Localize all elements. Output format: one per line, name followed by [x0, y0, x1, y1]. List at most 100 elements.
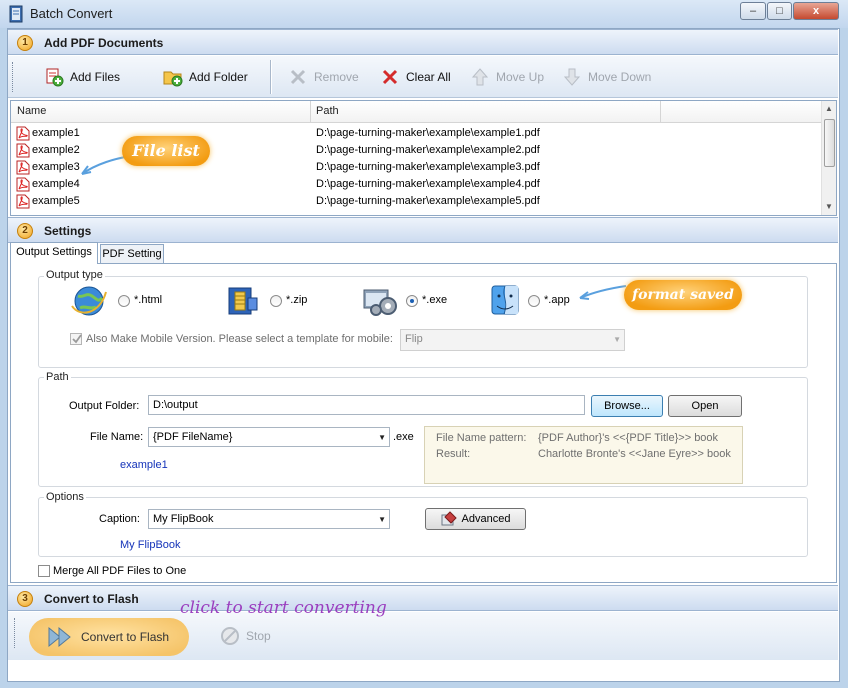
section-convert: 3 Convert to Flash — [8, 585, 838, 611]
file-name-combo[interactable]: {PDF FileName} ▼ — [148, 427, 390, 447]
file-name: example4 — [32, 178, 80, 190]
clear-all-button[interactable]: Clear All — [380, 66, 451, 88]
mac-finder-icon — [491, 285, 519, 315]
pattern-value: {PDF Author}'s <<{PDF Title}>> book — [538, 432, 719, 444]
chevron-down-icon[interactable]: ▼ — [378, 515, 386, 524]
close-button[interactable]: x — [793, 2, 839, 20]
file-list-header: Name Path — [11, 101, 821, 123]
advanced-label: Advanced — [461, 513, 511, 525]
caption-preview: My FlipBook — [120, 539, 181, 551]
browse-button[interactable]: Browse... — [591, 395, 663, 417]
html-globe-icon — [71, 286, 107, 316]
fast-forward-icon — [48, 626, 71, 648]
tab-output-settings[interactable]: Output Settings — [10, 242, 98, 264]
move-up-button[interactable]: Move Up — [470, 66, 544, 88]
scroll-down-arrow-icon[interactable]: ▼ — [825, 202, 833, 211]
section-settings: 2 Settings — [8, 217, 838, 243]
file-name-preview: example1 — [120, 459, 168, 471]
mobile-template-value: Flip — [405, 333, 423, 345]
stop-button[interactable]: Stop — [220, 625, 271, 647]
mobile-template-select[interactable]: Flip ▼ — [400, 329, 625, 351]
chevron-down-icon[interactable]: ▼ — [378, 433, 386, 442]
radio-app[interactable] — [528, 295, 540, 307]
stop-label: Stop — [246, 629, 271, 643]
section-add-pdf: 1 Add PDF Documents — [8, 29, 838, 55]
window-title: Batch Convert — [30, 6, 113, 21]
section-title-convert: Convert to Flash — [44, 592, 139, 606]
title-bar[interactable]: Batch Convert – □ x — [0, 0, 848, 28]
toolbar-grip — [12, 62, 15, 92]
caption-combo[interactable]: My FlipBook ▼ — [148, 509, 390, 529]
callout-arrow-icon — [579, 285, 627, 300]
column-divider[interactable] — [660, 101, 661, 123]
merge-checkbox[interactable] — [38, 565, 50, 577]
minimize-button[interactable]: – — [740, 2, 766, 20]
maximize-button[interactable]: □ — [767, 2, 792, 20]
file-list-callout: File list — [122, 136, 210, 166]
file-path: D:\page-turning-maker\example\example1.p… — [316, 127, 540, 139]
radio-exe-label: *.exe — [422, 294, 448, 306]
radio-html-label: *.html — [134, 294, 163, 306]
file-extension: .exe — [393, 431, 414, 443]
add-files-button[interactable]: Add Files — [44, 66, 120, 88]
vertical-scrollbar[interactable]: ▲ ▼ — [821, 101, 836, 215]
format-callout: format saved as — [624, 280, 742, 333]
output-type-label: Output type — [44, 269, 105, 281]
file-path: D:\page-turning-maker\example\example3.p… — [316, 161, 540, 173]
mobile-version-checkbox[interactable] — [70, 333, 82, 345]
move-down-label: Move Down — [588, 70, 652, 84]
caption-value: My FlipBook — [153, 513, 214, 525]
column-header-name[interactable]: Name — [17, 105, 46, 117]
remove-button[interactable]: Remove — [288, 66, 359, 88]
pdf-file-icon — [16, 194, 30, 209]
radio-app-label: *.app — [544, 294, 570, 306]
convert-callout: click to start converting — [180, 598, 387, 618]
toolbar: Add Files Add Folder Remove Clear All Mo… — [8, 56, 838, 98]
add-folder-icon — [163, 71, 183, 87]
add-folder-label: Add Folder — [189, 70, 248, 84]
options-group-label: Options — [44, 491, 86, 503]
list-item[interactable]: example5 D:\page-turning-maker\example\e… — [11, 193, 821, 210]
pdf-file-icon — [16, 160, 30, 175]
column-divider[interactable] — [310, 101, 311, 123]
zip-archive-icon — [228, 287, 258, 315]
radio-exe[interactable] — [406, 295, 418, 307]
tab-pdf-setting[interactable]: PDF Setting — [100, 244, 164, 264]
scroll-up-arrow-icon[interactable]: ▲ — [825, 104, 833, 113]
radio-html[interactable] — [118, 295, 130, 307]
arrow-up-icon — [471, 68, 489, 86]
convert-to-flash-label: Convert to Flash — [81, 630, 170, 644]
exe-gears-icon — [363, 289, 397, 316]
advanced-button[interactable]: Advanced — [425, 508, 526, 530]
file-name-value: {PDF FileName} — [153, 431, 233, 443]
file-name-pattern-box: File Name pattern: {PDF Author}'s <<{PDF… — [424, 426, 743, 484]
file-path: D:\page-turning-maker\example\example4.p… — [316, 178, 540, 190]
checkmark-icon — [72, 334, 82, 344]
advanced-settings-icon — [441, 511, 457, 526]
clear-all-label: Clear All — [406, 70, 451, 84]
pdf-file-icon — [16, 126, 30, 141]
mobile-version-label: Also Make Mobile Version. Please select … — [86, 333, 393, 345]
open-button[interactable]: Open — [668, 395, 742, 417]
scrollbar-thumb[interactable] — [824, 119, 835, 167]
output-folder-input[interactable]: D:\output — [148, 395, 585, 415]
add-folder-button[interactable]: Add Folder — [163, 66, 248, 88]
file-name: example5 — [32, 195, 80, 207]
app-icon — [9, 5, 23, 23]
radio-zip[interactable] — [270, 295, 282, 307]
step-3-badge: 3 — [17, 591, 33, 607]
convert-toolbar: Convert to Flash Stop — [8, 612, 838, 660]
move-down-button[interactable]: Move Down — [562, 66, 651, 88]
stop-icon — [221, 627, 239, 645]
result-value: Charlotte Bronte's <<Jane Eyre>> book — [538, 448, 731, 460]
toolbar-separator — [270, 60, 272, 94]
column-header-path[interactable]: Path — [316, 105, 339, 117]
file-name: example2 — [32, 144, 80, 156]
step-1-badge: 1 — [17, 35, 33, 51]
move-up-label: Move Up — [496, 70, 545, 84]
caption-label: Caption: — [99, 513, 140, 525]
convert-to-flash-button[interactable]: Convert to Flash — [29, 618, 189, 656]
step-2-badge: 2 — [17, 223, 33, 239]
radio-zip-label: *.zip — [286, 294, 308, 306]
remove-label: Remove — [314, 70, 359, 84]
